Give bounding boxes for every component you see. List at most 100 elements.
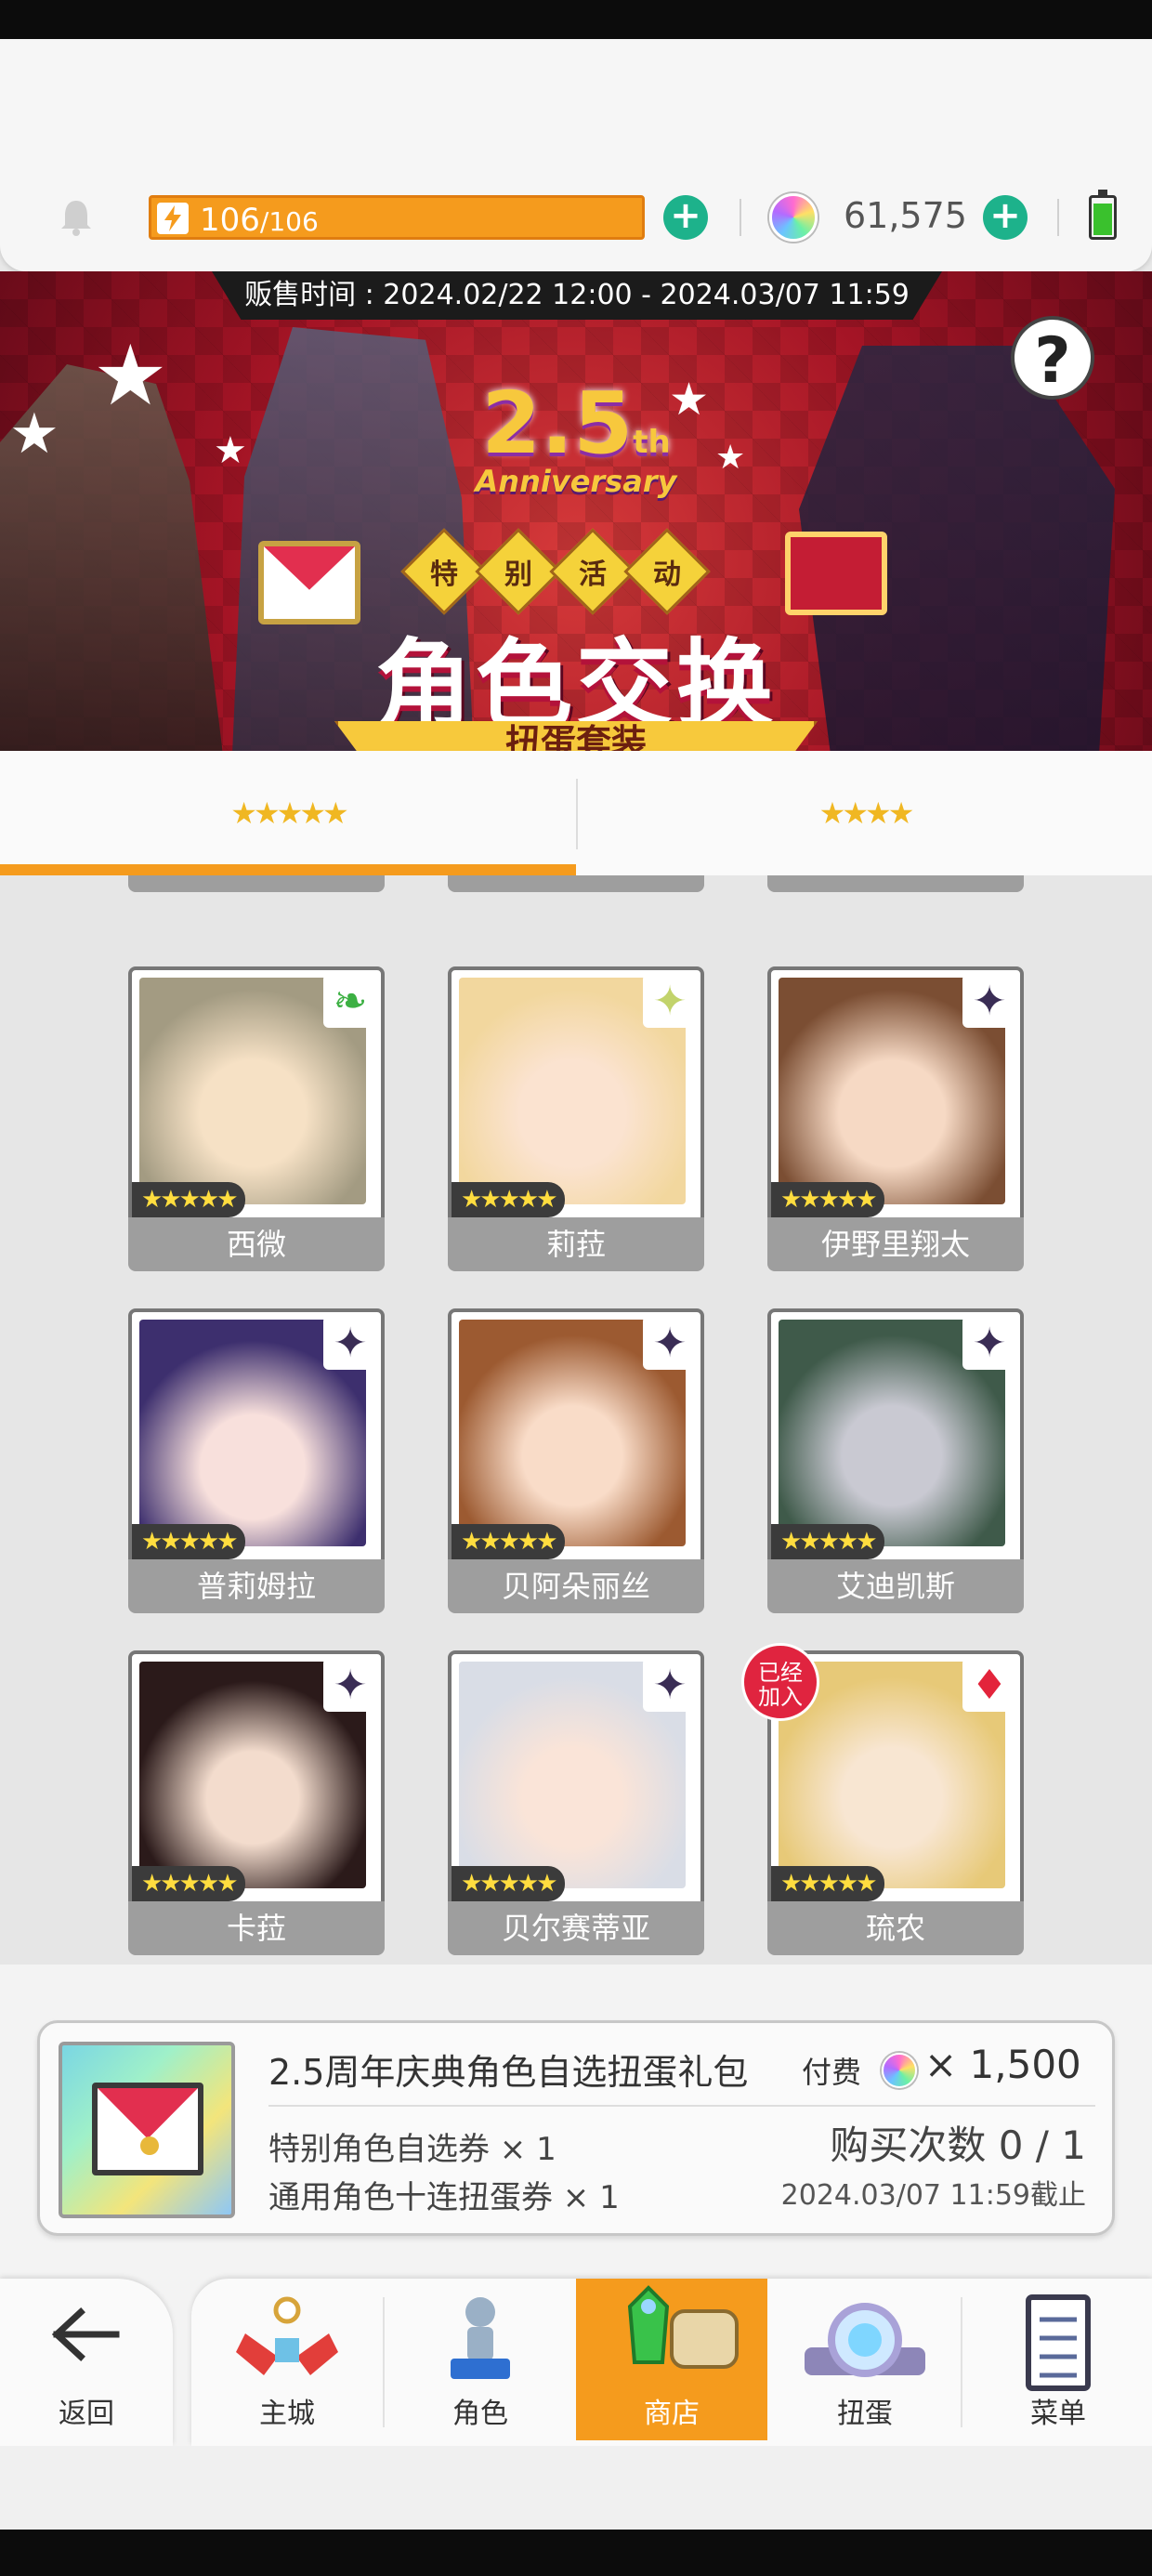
system-bar	[0, 2530, 1152, 2576]
gem-icon	[769, 193, 818, 242]
character-name: 艾迪凯斯	[767, 1559, 1024, 1613]
battery-icon	[1089, 190, 1117, 240]
active-tab-indicator	[0, 864, 576, 875]
nav-label: 扭蛋	[837, 2398, 893, 2430]
gem-count: 61,575	[844, 195, 967, 236]
star-icon: ★	[9, 401, 59, 467]
nav-label: 商店	[644, 2398, 700, 2430]
back-button[interactable]: 返回	[0, 2279, 173, 2446]
rarity-stars: ★★★★★	[132, 1524, 245, 1559]
tab-5-star[interactable]: ★★★★★	[0, 751, 576, 875]
bottom-strip	[0, 2446, 1152, 2530]
rarity-stars: ★★★★★	[452, 1524, 565, 1559]
wind-leaf-icon: ❧	[323, 974, 377, 1028]
bottom-nav: 返回 主城 角色 商店 扭蛋 菜单	[0, 2279, 1152, 2446]
character-card[interactable]: ✦ ★★★★★ 贝尔赛蒂亚	[448, 1650, 704, 1965]
list-item-partial	[448, 875, 704, 892]
envelope-icon	[92, 2083, 203, 2175]
add-stamina-button[interactable]: +	[663, 195, 708, 240]
header-divider	[1057, 199, 1059, 236]
character-grid[interactable]: ❧ ★★★★★ 西微 ✦ ★★★★★ 莉菈 ✦ ★★★★★ 伊野里翔太 ✦ ★★…	[0, 875, 1152, 1965]
app-screen: 106/106 + 61,575 + ★ ★ ★ ★ ★ 贩售时间 : 2024…	[0, 39, 1152, 2530]
gem-icon	[882, 2053, 917, 2088]
purchase-deadline: 2024.03/07 11:59截止	[780, 2179, 1086, 2212]
nav-item-shop[interactable]: 商店	[576, 2279, 767, 2440]
product-item: 特别角色自选券 × 1	[268, 2131, 556, 2168]
stamina-bar: 106/106	[149, 195, 645, 240]
rarity-stars: ★★★★★	[771, 1524, 884, 1559]
lightning-icon	[157, 203, 189, 234]
banner-subtitle: 扭蛋套装	[504, 722, 647, 751]
light-sparkle-icon: ✦	[643, 974, 697, 1028]
character-name: 伊野里翔太	[767, 1217, 1024, 1271]
product-icon	[59, 2042, 235, 2218]
header-divider	[740, 199, 741, 236]
castle-icon	[236, 2296, 338, 2375]
nav-item-gacha[interactable]: 扭蛋	[769, 2279, 961, 2440]
product-price: × 1,500	[924, 2042, 1081, 2087]
dark-sparkle-icon: ✦	[323, 1316, 377, 1370]
menu-list-icon	[1026, 2294, 1091, 2391]
shop-bag-icon	[627, 2285, 739, 2369]
arrow-left-icon	[51, 2307, 120, 2361]
character-name: 贝尔赛蒂亚	[448, 1901, 704, 1955]
nav-label: 返回	[59, 2398, 114, 2430]
list-item-partial	[128, 875, 385, 892]
gacha-orb-icon	[805, 2303, 925, 2377]
character-name: 琉农	[767, 1901, 1024, 1955]
event-banner: ★ ★ ★ ★ ★ 贩售时间 : 2024.02/22 12:00 - 2024…	[0, 271, 1152, 751]
divider	[268, 2105, 1095, 2107]
product-name: 2.5周年庆典角色自选扭蛋礼包	[268, 2052, 749, 2093]
character-card[interactable]: ♦ ★★★★★ 琉农 已经 加入	[741, 1643, 1024, 1965]
rarity-stars: ★★★★★	[132, 1182, 245, 1217]
star-icon: ★	[93, 327, 168, 425]
event-tags: 特 别 活 动	[400, 528, 711, 615]
character-card[interactable]: ✦ ★★★★★ 普莉姆拉	[128, 1308, 385, 1624]
ticket-icon	[785, 532, 887, 615]
nav-label: 主城	[259, 2398, 315, 2430]
add-gems-button[interactable]: +	[983, 195, 1028, 240]
purchase-count: 购买次数 0 / 1	[830, 2123, 1086, 2168]
dark-sparkle-icon: ✦	[323, 1658, 377, 1712]
stamina-value: 106/106	[200, 202, 319, 239]
status-strip	[0, 0, 1152, 39]
rarity-stars: ★★★★★	[452, 1866, 565, 1901]
product-item: 通用角色十连扭蛋券 × 1	[268, 2179, 620, 2216]
rarity-stars: ★★★★★	[132, 1866, 245, 1901]
sale-time: 贩售时间 : 2024.02/22 12:00 - 2024.03/07 11:…	[212, 271, 942, 320]
dark-sparkle-icon: ✦	[643, 1658, 697, 1712]
character-name: 普莉姆拉	[128, 1559, 385, 1613]
tab-4-star[interactable]: ★★★★	[578, 751, 1152, 875]
star-icon: ★	[214, 429, 247, 472]
bell-icon[interactable]	[54, 195, 98, 240]
help-button[interactable]: ?	[1011, 316, 1094, 400]
nav-item-menu[interactable]: 菜单	[962, 2279, 1152, 2440]
character-card[interactable]: ✦ ★★★★★ 卡菈	[128, 1650, 385, 1965]
rarity-tabs: ★★★★★ ★★★★	[0, 751, 1152, 875]
product-card[interactable]: 2.5周年庆典角色自选扭蛋礼包 付费 × 1,500 特别角色自选券 × 1 通…	[37, 2020, 1115, 2236]
character-card[interactable]: ✦ ★★★★★ 艾迪凯斯	[767, 1308, 1024, 1624]
resource-header: 106/106 + 61,575 +	[0, 39, 1152, 271]
anniversary-logo: 2.5th Anniversary	[475, 374, 677, 499]
character-name: 卡菈	[128, 1901, 385, 1955]
character-statue-icon	[451, 2297, 510, 2379]
character-name: 西微	[128, 1217, 385, 1271]
nav-bar: 主城 角色 商店 扭蛋 菜单	[191, 2279, 1152, 2446]
nav-item-character[interactable]: 角色	[385, 2279, 576, 2440]
already-added-badge: 已经 加入	[741, 1643, 819, 1721]
rarity-stars: ★★★★★	[452, 1182, 565, 1217]
nav-label: 菜单	[1030, 2398, 1086, 2430]
rarity-stars: ★★★★★	[771, 1866, 884, 1901]
list-item-partial	[767, 875, 1024, 892]
character-card[interactable]: ✦ ★★★★★ 伊野里翔太	[767, 966, 1024, 1282]
character-card[interactable]: ✦ ★★★★★ 莉菈	[448, 966, 704, 1282]
pay-label: 付费	[802, 2055, 862, 2090]
rarity-stars: ★★★★★	[771, 1182, 884, 1217]
fire-diamond-icon: ♦	[962, 1658, 1016, 1712]
star-icon: ★	[715, 439, 746, 477]
character-card[interactable]: ✦ ★★★★★ 贝阿朵丽丝	[448, 1308, 704, 1624]
character-name: 莉菈	[448, 1217, 704, 1271]
nav-item-castle[interactable]: 主城	[191, 2279, 383, 2440]
character-card[interactable]: ❧ ★★★★★ 西微	[128, 966, 385, 1282]
dark-sparkle-icon: ✦	[962, 1316, 1016, 1370]
